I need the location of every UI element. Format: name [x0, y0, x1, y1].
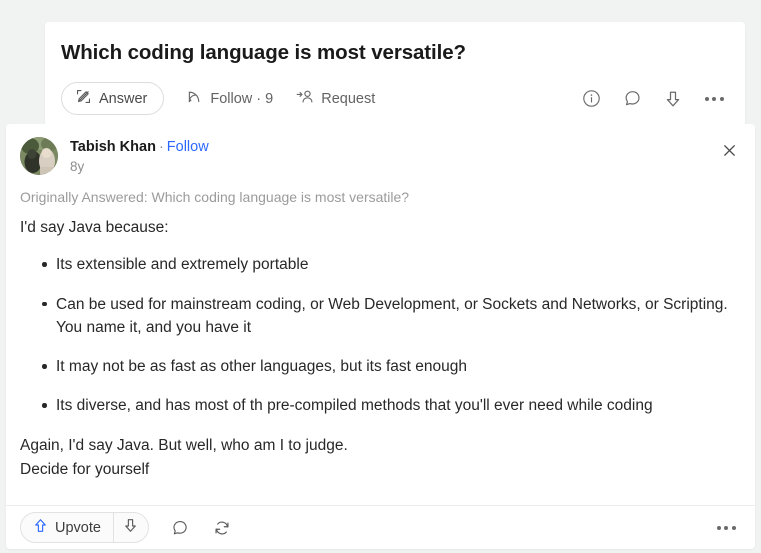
downvote-arrow-icon[interactable] — [658, 84, 688, 114]
list-item: Its diverse, and has most of th pre-comp… — [42, 394, 741, 417]
answer-body: Originally Answered: Which coding langua… — [6, 188, 755, 482]
answer-closing-line-1: Again, I'd say Java. But well, who am I … — [20, 436, 348, 454]
request-button-label: Request — [321, 90, 376, 107]
answer-intro: I'd say Java because: — [20, 218, 169, 236]
question-card: Which coding language is most versatile?… — [45, 22, 745, 130]
answer-button-label: Answer — [99, 90, 148, 107]
avatar[interactable] — [20, 137, 58, 175]
list-item: It may not be as fast as other languages… — [42, 355, 741, 378]
answer-footer: Upvote — [6, 505, 755, 549]
follow-button[interactable]: Follow · 9 — [186, 88, 273, 110]
request-button[interactable]: Request — [295, 88, 375, 110]
author-name[interactable]: Tabish Khan — [70, 139, 156, 155]
answer-card: Tabish Khan · Follow 8y Originally Answere… — [6, 124, 755, 549]
more-options-dots — [704, 96, 724, 101]
page-root: Which coding language is most versatile?… — [0, 0, 761, 553]
author-block: Tabish Khan · Follow 8y — [70, 137, 209, 176]
downvote-button[interactable] — [114, 513, 148, 542]
upvote-button-label: Upvote — [55, 519, 101, 536]
follow-button-label: Follow · 9 — [210, 90, 274, 107]
author-line: Tabish Khan · Follow — [70, 138, 209, 157]
answer-button[interactable]: Answer — [61, 82, 165, 116]
person-add-request-icon — [295, 88, 314, 110]
page-title: Which coding language is most versatile? — [61, 41, 466, 64]
more-options-dots — [716, 525, 736, 530]
answer-timestamp: 8y — [70, 159, 85, 174]
answer-header: Tabish Khan · Follow 8y — [6, 124, 755, 176]
close-icon[interactable] — [717, 138, 741, 162]
answer-closing: Again, I'd say Java. But well, who am I … — [20, 434, 741, 482]
info-circle-icon[interactable] — [576, 84, 606, 114]
upvote-arrow-icon — [32, 517, 49, 539]
author-separator: · — [158, 139, 164, 155]
comment-bubble-icon[interactable] — [617, 84, 647, 114]
more-options-icon[interactable] — [699, 84, 729, 114]
upvote-button[interactable]: Upvote — [21, 513, 113, 542]
rss-follow-icon — [186, 88, 203, 110]
pencil-edit-icon — [75, 88, 92, 110]
comment-bubble-icon[interactable] — [165, 513, 195, 543]
vote-group: Upvote — [20, 512, 149, 543]
list-item: Can be used for mainstream coding, or We… — [42, 293, 741, 340]
author-follow-link[interactable]: Follow — [167, 139, 209, 155]
list-item: Its extensible and extremely portable — [42, 253, 741, 276]
downvote-arrow-icon — [122, 517, 139, 539]
answer-closing-line-2: Decide for yourself — [20, 460, 150, 478]
more-options-icon[interactable] — [711, 513, 741, 543]
originally-answered-text: Originally Answered: Which coding langua… — [20, 189, 410, 205]
question-action-bar: Answer Follow · 9 Request — [45, 82, 745, 116]
repost-share-icon[interactable] — [207, 513, 237, 543]
answer-bullet-list: Its extensible and extremely portable Ca… — [20, 253, 741, 417]
